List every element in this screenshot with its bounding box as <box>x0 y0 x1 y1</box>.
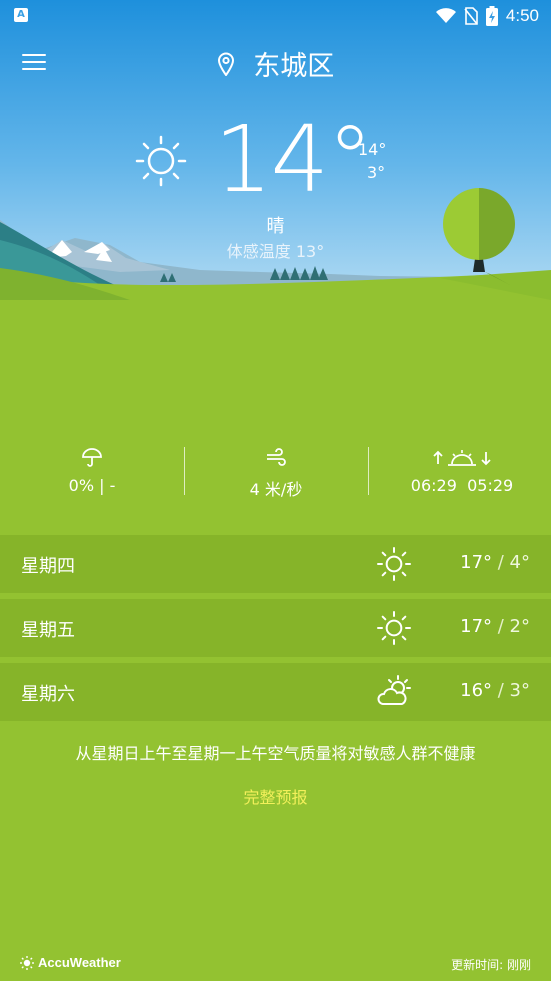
forecast-high: 17° <box>460 552 493 573</box>
sun-icon <box>377 611 411 645</box>
battery-charging-icon <box>485 6 498 26</box>
forecast-row[interactable]: 星期五 17° / 2° <box>0 599 551 657</box>
precipitation-stat: 0% | - <box>42 448 142 495</box>
forecast-low: 2° <box>509 616 530 637</box>
accuweather-logo[interactable]: AccuWeather <box>20 955 121 970</box>
today-high: 14° <box>358 140 387 159</box>
feels-like-temperature: 体感温度 13° <box>226 242 325 261</box>
wind-value: 4 米/秒 <box>249 480 303 499</box>
air-quality-alert: 从星期日上午至星期一上午空气质量将对敏感人群不健康 <box>75 744 476 763</box>
partly-cloudy-icon <box>377 675 411 705</box>
current-condition: 晴 <box>266 216 285 237</box>
full-forecast-link[interactable]: 完整预报 <box>0 784 551 808</box>
forecast-day: 星期五 <box>21 620 75 641</box>
sun-times-stat: 06:29 05:29 <box>402 448 522 495</box>
last-updated: 更新时间: 刚刚 <box>451 958 531 972</box>
sunset-time: 05:29 <box>467 476 514 495</box>
current-temperature: 14° <box>214 106 373 213</box>
brand-name: AccuWeather <box>38 955 121 970</box>
wind-stat: 4 米/秒 <box>216 448 336 500</box>
forecast-temps: 17° / 2° <box>460 616 530 637</box>
sun-times: 06:29 05:29 <box>402 476 522 495</box>
forecast-row[interactable]: 星期四 17° / 4° <box>0 535 551 593</box>
forecast-low: 4° <box>509 552 530 573</box>
stat-divider <box>368 447 369 495</box>
forecast-row[interactable]: 星期六 16° / 3° <box>0 663 551 721</box>
sunrise-time: 06:29 <box>410 476 457 495</box>
status-time: 4:50 <box>505 6 539 25</box>
forecast-high: 17° <box>460 616 493 637</box>
location-header[interactable]: 东城区 <box>0 44 551 83</box>
status-bar: A 4:50 <box>0 0 551 32</box>
wind-icon <box>267 448 286 466</box>
app-notification-icon: A <box>14 8 28 22</box>
precipitation-value: 0% | - <box>68 476 116 495</box>
forecast-day: 星期六 <box>21 684 75 705</box>
accuweather-sun-icon <box>20 955 34 970</box>
forecast-temps: 16° / 3° <box>460 680 530 701</box>
location-name: 东城区 <box>253 51 335 82</box>
forecast-temps: 17° / 4° <box>460 552 530 573</box>
no-sim-icon <box>464 7 478 25</box>
forecast-high: 16° <box>460 680 493 701</box>
wifi-icon <box>435 8 456 23</box>
sunrise-sunset-icon <box>433 450 491 466</box>
stat-divider <box>184 447 185 495</box>
sun-icon <box>377 547 411 581</box>
forecast-day: 星期四 <box>21 556 75 577</box>
umbrella-icon <box>82 448 102 467</box>
forecast-low: 3° <box>509 680 530 701</box>
today-low: 3° <box>367 163 386 182</box>
location-pin-icon <box>217 52 234 76</box>
sun-icon <box>135 135 187 187</box>
